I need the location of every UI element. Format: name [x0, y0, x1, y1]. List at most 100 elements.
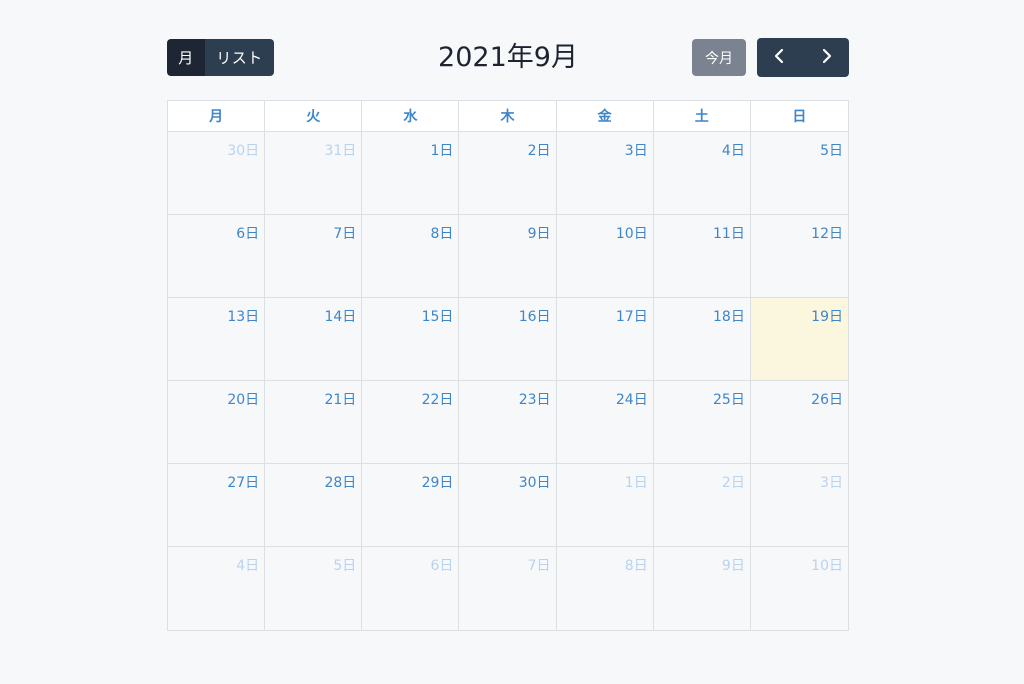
day-number[interactable]: 29日 — [422, 472, 454, 492]
day-cell[interactable]: 5日 — [265, 547, 363, 630]
day-cell[interactable]: 8日 — [557, 547, 654, 630]
day-number[interactable]: 30日 — [519, 472, 551, 492]
day-cell[interactable]: 14日 — [265, 298, 363, 380]
next-button[interactable] — [803, 38, 849, 77]
day-cell[interactable]: 30日 — [168, 132, 266, 214]
day-number[interactable]: 1日 — [625, 472, 648, 492]
month-grid: 月 火 水 木 金 土 日 30日 31日 1日 2日 3日 4日 5日 6日 7日 8日 9日 10… — [167, 100, 849, 631]
calendar-toolbar: 月 リスト 2021年9月 今月 — [167, 38, 849, 77]
day-number[interactable]: 3日 — [820, 472, 843, 492]
day-cell[interactable]: 29日 — [362, 464, 460, 546]
day-cell[interactable]: 2日 — [459, 132, 557, 214]
day-cell-today[interactable]: 19日 — [750, 298, 848, 380]
day-cell[interactable]: 24日 — [557, 381, 654, 463]
day-number[interactable]: 20日 — [227, 389, 259, 409]
day-cell[interactable]: 9日 — [459, 215, 557, 297]
day-number[interactable]: 2日 — [528, 140, 551, 160]
day-number[interactable]: 12日 — [811, 223, 843, 243]
day-number[interactable]: 16日 — [519, 306, 551, 326]
day-cell[interactable]: 6日 — [362, 547, 460, 630]
day-number[interactable]: 9日 — [722, 555, 745, 575]
day-number[interactable]: 24日 — [616, 389, 648, 409]
day-number[interactable]: 25日 — [713, 389, 745, 409]
day-cell[interactable]: 4日 — [168, 547, 266, 630]
day-number[interactable]: 27日 — [227, 472, 259, 492]
day-number[interactable]: 10日 — [616, 223, 648, 243]
week-row: 6日 7日 8日 9日 10日 11日 12日 — [168, 215, 848, 298]
day-cell[interactable]: 23日 — [459, 381, 557, 463]
weekday-header: 月 火 水 木 金 土 日 — [168, 101, 848, 132]
day-number[interactable]: 4日 — [722, 140, 745, 160]
month-view-button[interactable]: 月 — [167, 39, 205, 76]
day-cell[interactable]: 1日 — [362, 132, 460, 214]
day-number[interactable]: 26日 — [811, 389, 843, 409]
day-cell[interactable]: 10日 — [557, 215, 654, 297]
day-cell[interactable]: 22日 — [362, 381, 460, 463]
week-row: 20日 21日 22日 23日 24日 25日 26日 — [168, 381, 848, 464]
day-number[interactable]: 21日 — [324, 389, 356, 409]
day-cell[interactable]: 17日 — [557, 298, 654, 380]
calendar: 月 リスト 2021年9月 今月 月 火 水 木 金 土 日 30日 31日 1… — [167, 38, 849, 631]
day-cell[interactable]: 6日 — [168, 215, 266, 297]
day-cell[interactable]: 10日 — [751, 547, 848, 630]
day-cell[interactable]: 11日 — [654, 215, 751, 297]
day-cell[interactable]: 8日 — [362, 215, 460, 297]
day-number[interactable]: 17日 — [616, 306, 648, 326]
day-cell[interactable]: 30日 — [459, 464, 557, 546]
chevron-right-icon — [820, 48, 832, 68]
day-cell[interactable]: 7日 — [459, 547, 557, 630]
day-cell[interactable]: 3日 — [751, 464, 848, 546]
day-number[interactable]: 2日 — [722, 472, 745, 492]
day-number[interactable]: 30日 — [227, 140, 259, 160]
day-number[interactable]: 11日 — [713, 223, 745, 243]
day-cell[interactable]: 18日 — [654, 298, 751, 380]
day-cell[interactable]: 9日 — [654, 547, 751, 630]
day-cell[interactable]: 16日 — [459, 298, 557, 380]
day-cell[interactable]: 26日 — [751, 381, 848, 463]
list-view-button[interactable]: リスト — [205, 39, 274, 76]
week-row: 4日 5日 6日 7日 8日 9日 10日 — [168, 547, 848, 630]
day-number[interactable]: 7日 — [528, 555, 551, 575]
day-number[interactable]: 14日 — [324, 306, 356, 326]
day-cell[interactable]: 2日 — [654, 464, 751, 546]
day-number[interactable]: 13日 — [227, 306, 259, 326]
day-cell[interactable]: 28日 — [265, 464, 363, 546]
today-button[interactable]: 今月 — [692, 39, 746, 76]
day-cell[interactable]: 7日 — [265, 215, 363, 297]
day-number[interactable]: 7日 — [333, 223, 356, 243]
day-cell[interactable]: 12日 — [751, 215, 848, 297]
day-number[interactable]: 6日 — [431, 555, 454, 575]
day-cell[interactable]: 13日 — [168, 298, 266, 380]
day-number[interactable]: 28日 — [324, 472, 356, 492]
day-number[interactable]: 15日 — [422, 306, 454, 326]
day-number[interactable]: 19日 — [811, 306, 843, 326]
day-cell[interactable]: 20日 — [168, 381, 266, 463]
day-number[interactable]: 8日 — [625, 555, 648, 575]
day-number[interactable]: 5日 — [333, 555, 356, 575]
day-number[interactable]: 4日 — [236, 555, 259, 575]
day-number[interactable]: 18日 — [713, 306, 745, 326]
day-cell[interactable]: 25日 — [654, 381, 751, 463]
weekday-fri: 金 — [557, 101, 654, 131]
day-number[interactable]: 3日 — [625, 140, 648, 160]
day-cell[interactable]: 4日 — [654, 132, 751, 214]
day-number[interactable]: 23日 — [519, 389, 551, 409]
day-number[interactable]: 31日 — [324, 140, 356, 160]
day-number[interactable]: 5日 — [820, 140, 843, 160]
day-cell[interactable]: 21日 — [265, 381, 363, 463]
day-number[interactable]: 6日 — [236, 223, 259, 243]
day-cell[interactable]: 15日 — [362, 298, 460, 380]
weeks-container: 30日 31日 1日 2日 3日 4日 5日 6日 7日 8日 9日 10日 11日 12日 13日 14日 1… — [168, 132, 848, 630]
day-cell[interactable]: 5日 — [751, 132, 848, 214]
day-number[interactable]: 9日 — [528, 223, 551, 243]
week-row: 13日 14日 15日 16日 17日 18日 19日 — [168, 298, 848, 381]
day-cell[interactable]: 3日 — [557, 132, 654, 214]
day-number[interactable]: 1日 — [431, 140, 454, 160]
day-cell[interactable]: 1日 — [557, 464, 654, 546]
day-number[interactable]: 10日 — [811, 555, 843, 575]
day-number[interactable]: 22日 — [422, 389, 454, 409]
day-number[interactable]: 8日 — [431, 223, 454, 243]
prev-button[interactable] — [757, 38, 803, 77]
day-cell[interactable]: 27日 — [168, 464, 266, 546]
day-cell[interactable]: 31日 — [265, 132, 363, 214]
